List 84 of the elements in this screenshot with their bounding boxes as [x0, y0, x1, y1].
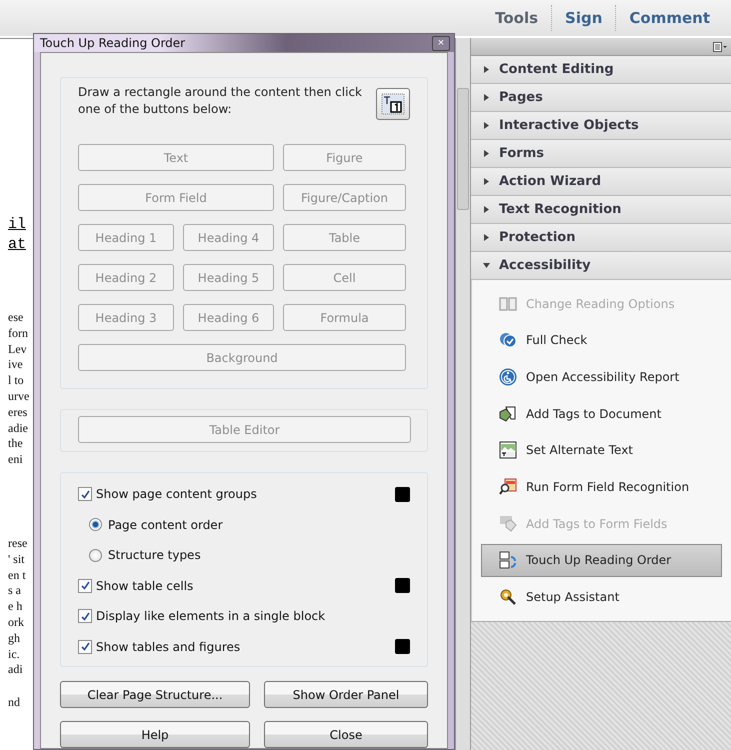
section-header[interactable]: Protection — [471, 224, 731, 252]
tool-item[interactable]: Touch Up Reading Order — [481, 544, 722, 577]
option-label: Show page content groups — [96, 487, 258, 502]
list-menu-icon[interactable] — [713, 42, 727, 52]
option-label: Display like elements in a single block — [96, 609, 326, 624]
document-text: adie — [8, 420, 29, 436]
tool-item[interactable]: Add Tags to Document — [481, 397, 722, 430]
section-header[interactable]: Pages — [471, 84, 731, 112]
expand-arrow-icon — [483, 94, 490, 101]
option-label: Show table cells — [96, 578, 194, 593]
tool-item[interactable]: Open Accessibility Report — [481, 360, 722, 394]
reading-order-icon-button[interactable] — [376, 88, 410, 120]
section-header[interactable]: Content Editing — [471, 56, 731, 84]
document-text: ic. — [8, 646, 21, 662]
section-header[interactable]: Forms — [471, 140, 731, 168]
document-text: rese — [8, 536, 28, 552]
tag-icon — [499, 404, 517, 423]
document-text: ork — [8, 614, 25, 631]
section-header[interactable]: Accessibility — [471, 252, 731, 280]
tag-icon — [499, 514, 517, 533]
reorder-icon — [499, 551, 517, 570]
document-text: eres — [8, 404, 28, 421]
color-swatch[interactable] — [395, 486, 410, 502]
document-text: urve — [8, 388, 30, 405]
expand-arrow-icon — [483, 206, 490, 213]
window-title: Touch Up Reading Order — [40, 36, 186, 50]
document-text: ' sit — [8, 552, 26, 568]
tool-item[interactable]: Run Form Field Recognition — [481, 470, 722, 504]
option-label: Structure types — [108, 548, 202, 562]
document-text: l to — [8, 373, 25, 389]
document-text: il — [8, 215, 28, 235]
document-text: eni — [8, 452, 24, 468]
collapse-arrow-icon — [483, 262, 490, 269]
toolbar-tab[interactable]: Sign — [551, 5, 616, 31]
expand-arrow-icon — [483, 150, 490, 157]
form-magnifier-icon — [499, 478, 517, 496]
radio-button[interactable] — [89, 548, 102, 562]
document-text: e h — [8, 599, 24, 615]
radio-button[interactable] — [89, 518, 102, 532]
dialog-button[interactable]: Show Order Panel — [264, 681, 428, 708]
expand-arrow-icon — [483, 178, 490, 185]
document-text: ive — [8, 357, 24, 374]
document-text: the — [8, 436, 24, 452]
dialog-button[interactable]: Help — [60, 721, 250, 748]
scroll-bar[interactable] — [455, 38, 471, 750]
accessibility-icon — [499, 368, 517, 386]
magic-wand-icon — [499, 588, 517, 606]
color-swatch[interactable] — [395, 639, 410, 654]
text-box-icon — [381, 93, 405, 115]
checkbox[interactable] — [78, 578, 92, 593]
check-badge-icon — [499, 331, 517, 350]
scroll-thumb[interactable] — [457, 88, 469, 210]
book-icon — [499, 294, 517, 312]
section-header[interactable]: Interactive Objects — [471, 112, 731, 140]
toolbar-tab[interactable]: Comment — [615, 5, 723, 31]
toolbar-tab[interactable]: Tools — [482, 5, 552, 31]
document-text: ese — [8, 310, 24, 326]
document-text: forn — [8, 326, 29, 342]
expand-arrow-icon — [483, 66, 490, 73]
section-header[interactable]: Text Recognition — [471, 196, 731, 224]
expand-arrow-icon — [483, 234, 490, 241]
option-label: Show tables and figures — [96, 640, 242, 654]
document-text: at — [8, 235, 28, 255]
dialog-button[interactable]: Clear Page Structure... — [60, 681, 250, 708]
instruction-text: Draw a rectangle around the content then click one of the buttons below: — [78, 84, 363, 118]
checkbox[interactable] — [78, 487, 92, 502]
image-text-icon — [499, 441, 517, 460]
document-text: s a — [8, 583, 22, 600]
document-text: en t — [8, 568, 27, 584]
document-text: Lev — [8, 342, 28, 358]
option-label: Page content order — [108, 518, 224, 532]
document-text: adi — [8, 662, 24, 678]
expand-arrow-icon — [483, 122, 490, 129]
checkbox[interactable] — [78, 609, 92, 624]
document-text: nd — [8, 695, 21, 711]
checkbox[interactable] — [78, 640, 92, 654]
document-text: gh — [8, 630, 21, 647]
section-header[interactable]: Action Wizard — [471, 168, 731, 196]
tool-item[interactable]: Set Alternate Text — [481, 434, 722, 467]
dialog-button[interactable]: Close — [264, 721, 428, 748]
tool-item[interactable]: Full Check — [481, 324, 722, 357]
color-swatch[interactable] — [395, 578, 410, 594]
close-button[interactable]: × — [432, 36, 450, 50]
tool-item[interactable]: Setup Assistant — [481, 580, 722, 614]
